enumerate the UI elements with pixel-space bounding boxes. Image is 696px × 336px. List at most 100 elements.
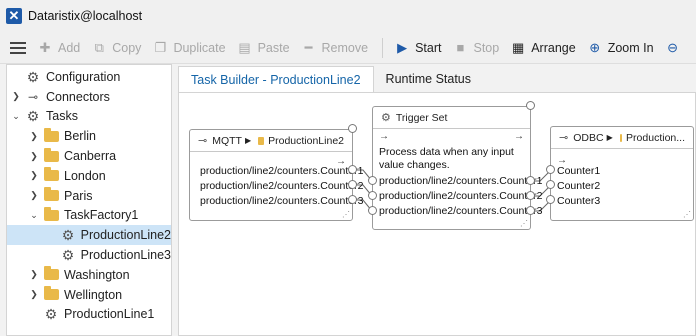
- tree-item-paris[interactable]: ❯ Paris: [7, 186, 171, 206]
- chevron-right-icon[interactable]: ❯: [29, 190, 39, 201]
- mqtt-node[interactable]: ⊸ MQTT ▶ ProductionLine2 → production/li…: [189, 129, 363, 221]
- plus-icon: ✚: [39, 39, 51, 55]
- tree-item-productionline3[interactable]: ⚙ ProductionLine3: [7, 245, 171, 265]
- task-builder-canvas[interactable]: ⊸ MQTT ▶ ProductionLine2 → production/li…: [178, 92, 696, 336]
- odbc-input-2: Counter2: [557, 180, 601, 192]
- trigger-header-port[interactable]: [526, 101, 535, 110]
- trigger-output-port-3[interactable]: [526, 206, 535, 215]
- duplicate-button[interactable]: ❐ Duplicate: [153, 40, 226, 56]
- mqtt-output-3: production/line2/counters.Counter3: [200, 195, 364, 207]
- main-panel: Task Builder - ProductionLine2 Runtime S…: [172, 64, 696, 336]
- tree-item-label: ProductionLine2: [80, 228, 171, 243]
- folder-icon: [43, 266, 59, 282]
- tree-item-label: London: [64, 168, 106, 183]
- paste-button[interactable]: ▤ Paste: [238, 39, 290, 56]
- zoom-out-button[interactable]: ⊖: [666, 40, 686, 56]
- folder-icon: [43, 167, 59, 183]
- trigger-input-port-3[interactable]: [368, 206, 377, 215]
- stop-button[interactable]: ■ Stop: [453, 40, 500, 55]
- arrange-label: Arrange: [531, 40, 576, 55]
- toolbar-divider: [382, 37, 384, 58]
- chevron-right-icon[interactable]: ❯: [29, 170, 39, 181]
- tab-strip: Task Builder - ProductionLine2 Runtime S…: [178, 66, 483, 92]
- caret-right-icon: ▶: [606, 133, 613, 142]
- resize-grip-icon[interactable]: ⋰: [520, 219, 528, 228]
- mqtt-node-header: ⊸ MQTT ▶ ProductionLine2: [190, 130, 352, 152]
- tree-item-berlin[interactable]: ❯ Berlin: [7, 126, 171, 146]
- paste-icon: ▤: [238, 39, 251, 55]
- trigger-output-port-1[interactable]: [526, 176, 535, 185]
- add-label: Add: [58, 40, 81, 55]
- tree-item-label: Berlin: [64, 129, 96, 144]
- gear-icon: ⚙: [381, 112, 391, 124]
- tree-item-productionline2[interactable]: ⚙ ProductionLine2: [7, 225, 171, 246]
- folder-icon: [43, 127, 59, 143]
- mqtt-output-port-1[interactable]: [348, 165, 357, 174]
- start-button[interactable]: ▶ Start: [395, 40, 441, 56]
- chevron-right-icon[interactable]: ❯: [29, 269, 39, 280]
- trigger-set-header: ⚙ Trigger Set: [373, 107, 530, 129]
- trigger-output-port-2[interactable]: [526, 191, 535, 200]
- add-button[interactable]: ✚ Add: [38, 39, 81, 56]
- tree-item-connectors[interactable]: ❯ ⊸ Connectors: [7, 87, 171, 107]
- resize-grip-icon[interactable]: ⋰: [683, 210, 691, 219]
- odbc-input-3: Counter3: [557, 195, 601, 207]
- folder-icon: [43, 147, 59, 163]
- trigger-item-1: production/line2/counters.Counter1: [379, 175, 543, 187]
- chevron-right-icon[interactable]: ❯: [29, 289, 39, 300]
- chevron-down-icon[interactable]: ⌄: [29, 210, 39, 221]
- trigger-input-port-1[interactable]: [368, 176, 377, 185]
- mqtt-output-port-2[interactable]: [348, 180, 357, 189]
- resize-grip-icon[interactable]: ⋰: [342, 210, 350, 219]
- tree-item-label: Configuration: [46, 69, 121, 84]
- paste-label: Paste: [257, 40, 290, 55]
- tree-item-london[interactable]: ❯ London: [7, 166, 171, 186]
- menu-icon[interactable]: [10, 41, 26, 54]
- chevron-right-icon[interactable]: ❯: [11, 91, 21, 102]
- trigger-item-3: production/line2/counters.Counter3: [379, 205, 543, 217]
- copy-button[interactable]: ⧉ Copy: [92, 40, 142, 56]
- tree-item-wellington[interactable]: ❯ Wellington: [7, 285, 171, 305]
- folder-icon: [43, 206, 59, 222]
- chevron-right-icon[interactable]: ❯: [29, 151, 39, 162]
- odbc-node[interactable]: ⊸ ODBC ▶ Production... → Counter1 Counte…: [550, 126, 694, 221]
- tree-item-tasks[interactable]: ⌄ ⚙ Tasks: [7, 107, 171, 127]
- mqtt-header-port[interactable]: [348, 124, 357, 133]
- zoom-in-button[interactable]: ⊕ Zoom In: [588, 40, 653, 56]
- chevron-down-icon[interactable]: ⌄: [11, 111, 21, 122]
- app-logo-icon: ✕: [6, 8, 22, 24]
- arrange-button[interactable]: ▦ Arrange: [511, 39, 576, 56]
- trigger-item-2: production/line2/counters.Counter2: [379, 190, 543, 202]
- chevron-right-icon[interactable]: ❯: [29, 131, 39, 142]
- mqtt-output-port-3[interactable]: [348, 195, 357, 204]
- stop-icon: ■: [456, 40, 465, 55]
- copy-label: Copy: [112, 40, 142, 55]
- tree-item-washington[interactable]: ❯ Washington: [7, 265, 171, 285]
- gears-icon: ⚙: [61, 247, 75, 264]
- mqtt-name-label: ProductionLine2: [268, 134, 344, 147]
- duplicate-label: Duplicate: [173, 40, 226, 55]
- tree-item-productionline1[interactable]: ⚙ ProductionLine1: [7, 305, 171, 325]
- remove-label: Remove: [321, 40, 369, 55]
- trigger-set-node[interactable]: ⚙ Trigger Set → → Process data when any …: [372, 106, 542, 230]
- tree-item-label: TaskFactory1: [64, 208, 139, 223]
- tree-item-label: Tasks: [46, 109, 78, 124]
- tab-runtime-status[interactable]: Runtime Status: [374, 66, 483, 92]
- mqtt-type-label: MQTT: [212, 134, 242, 147]
- odbc-name-label: Production...: [626, 131, 685, 144]
- gears-icon: ⚙: [26, 108, 40, 125]
- arrange-icon: ▦: [512, 39, 525, 55]
- tree-item-canberra[interactable]: ❯ Canberra: [7, 146, 171, 166]
- mqtt-output-1: production/line2/counters.Counter1: [200, 165, 364, 177]
- tree-item-label: ProductionLine3: [80, 248, 171, 263]
- zoom-out-icon: ⊖: [667, 39, 678, 55]
- odbc-input-port-1[interactable]: [546, 165, 555, 174]
- remove-button[interactable]: ━ Remove: [302, 39, 369, 56]
- tree-item-taskfactory1[interactable]: ⌄ TaskFactory1: [7, 206, 171, 226]
- tab-task-builder[interactable]: Task Builder - ProductionLine2: [178, 66, 374, 92]
- trigger-input-port-2[interactable]: [368, 191, 377, 200]
- minus-icon: ━: [304, 39, 313, 55]
- odbc-input-port-3[interactable]: [546, 195, 555, 204]
- tree-item-configuration[interactable]: ⚙ Configuration: [7, 67, 171, 87]
- odbc-input-port-2[interactable]: [546, 180, 555, 189]
